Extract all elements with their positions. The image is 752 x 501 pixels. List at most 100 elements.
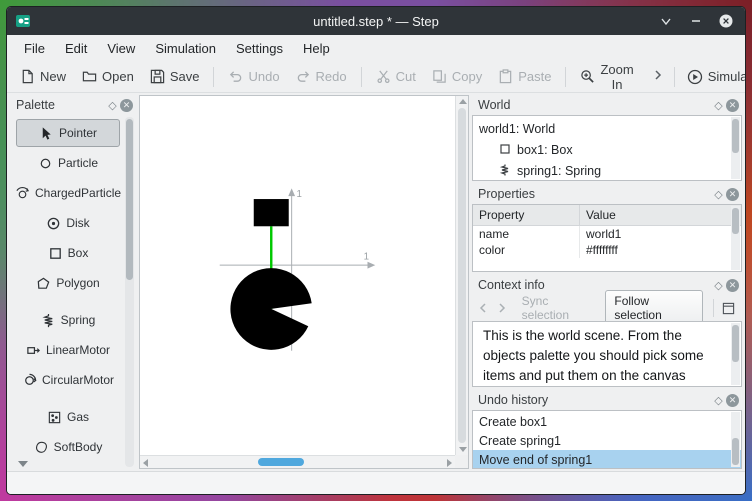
save-button[interactable]: Save bbox=[143, 65, 207, 88]
canvas-horizontal-scrollbar-thumb[interactable] bbox=[258, 458, 304, 466]
palette-item-circularmotor[interactable]: CircularMotor bbox=[16, 366, 120, 394]
statusbar bbox=[7, 471, 745, 494]
undo-item-move-end-of-spring1[interactable]: Move end of spring1 bbox=[473, 450, 741, 468]
float-panel-icon[interactable]: ◇ bbox=[711, 393, 726, 408]
world-canvas[interactable]: 1 1 bbox=[139, 95, 469, 469]
tree-item-world1[interactable]: world1: World bbox=[479, 118, 729, 139]
float-panel-icon[interactable]: ◇ bbox=[711, 187, 726, 202]
palette-item-particle[interactable]: Particle bbox=[16, 149, 120, 177]
cut-button[interactable]: Cut bbox=[369, 65, 423, 88]
float-panel-icon[interactable]: ◇ bbox=[711, 278, 726, 293]
toolbar: New Open Save Undo Redo Cut Copy Paste Z… bbox=[7, 61, 745, 93]
paste-button[interactable]: Paste bbox=[491, 65, 558, 88]
pointer-cursor-icon bbox=[39, 126, 54, 141]
properties-table: Property Value name world1 color #ffffff… bbox=[473, 205, 741, 258]
undo-button[interactable]: Undo bbox=[221, 65, 286, 88]
column-header-property[interactable]: Property bbox=[473, 205, 580, 226]
scroll-up-icon[interactable] bbox=[459, 99, 467, 104]
context-scrollbar-thumb[interactable] bbox=[732, 325, 739, 363]
zoom-in-button[interactable]: Zoom In bbox=[573, 58, 640, 96]
close-panel-icon[interactable]: ✕ bbox=[726, 187, 739, 201]
palette-item-disk[interactable]: Disk bbox=[16, 209, 120, 237]
x-axis-label: 1 bbox=[364, 251, 369, 262]
canvas-vertical-scrollbar[interactable] bbox=[455, 96, 468, 455]
new-document-icon bbox=[20, 69, 35, 84]
undo-item-create-box1[interactable]: Create box1 bbox=[473, 412, 741, 431]
property-value-cell[interactable]: world1 bbox=[580, 226, 742, 243]
titlebar[interactable]: untitled.step * — Step bbox=[7, 7, 745, 35]
palette-item-weightforce[interactable]: WeightF bbox=[16, 463, 120, 469]
scroll-left-icon[interactable] bbox=[143, 459, 148, 467]
properties-header: Properties ◇ ✕ bbox=[472, 184, 742, 204]
close-panel-icon[interactable]: ✕ bbox=[120, 98, 133, 112]
new-button[interactable]: New bbox=[13, 65, 73, 88]
simulate-play-icon bbox=[687, 69, 703, 85]
context-scrollbar[interactable] bbox=[731, 323, 740, 385]
table-row[interactable]: color #ffffffff bbox=[473, 242, 741, 258]
palette-item-chargedparticle[interactable]: ChargedParticle bbox=[16, 179, 121, 207]
palette-header: Palette ◇ ✕ bbox=[10, 95, 136, 115]
float-panel-icon[interactable]: ◇ bbox=[105, 98, 120, 113]
toolbar-overflow-chevron-icon[interactable] bbox=[649, 67, 667, 86]
open-folder-icon bbox=[82, 69, 97, 84]
menu-help[interactable]: Help bbox=[294, 38, 339, 59]
redo-icon bbox=[296, 69, 311, 84]
box1-shape[interactable] bbox=[253, 199, 289, 227]
world-scrollbar[interactable] bbox=[731, 117, 740, 179]
menu-edit[interactable]: Edit bbox=[56, 38, 96, 59]
open-button[interactable]: Open bbox=[75, 65, 141, 88]
palette-item-softbody[interactable]: SoftBody bbox=[16, 433, 120, 461]
palette-item-pointer[interactable]: Pointer bbox=[16, 119, 120, 147]
column-header-value[interactable]: Value bbox=[579, 205, 741, 226]
toolbar-separator bbox=[673, 66, 675, 87]
menu-view[interactable]: View bbox=[98, 38, 144, 59]
menu-settings[interactable]: Settings bbox=[227, 38, 292, 59]
palette-item-gas[interactable]: Gas bbox=[16, 403, 120, 431]
tree-item-spring1[interactable]: spring1: Spring bbox=[479, 160, 729, 180]
palette-item-polygon[interactable]: Polygon bbox=[16, 269, 120, 297]
minimize-button[interactable] bbox=[687, 12, 705, 30]
properties-scrollbar[interactable] bbox=[731, 206, 740, 270]
palette-body: Pointer Particle ChargedParticle Disk Bo… bbox=[10, 115, 136, 469]
palette-scroll-down-icon[interactable] bbox=[18, 461, 28, 467]
canvas-vertical-scrollbar-thumb[interactable] bbox=[458, 108, 466, 443]
open-in-browser-icon[interactable] bbox=[719, 298, 738, 318]
palette-title: Palette bbox=[16, 98, 55, 112]
menu-simulation[interactable]: Simulation bbox=[146, 38, 225, 59]
close-panel-icon[interactable]: ✕ bbox=[726, 393, 739, 407]
scene-svg: 1 1 bbox=[219, 188, 376, 351]
property-value-cell[interactable]: #ffffffff bbox=[580, 242, 742, 258]
undo-scrollbar[interactable] bbox=[731, 412, 740, 467]
copy-button[interactable]: Copy bbox=[425, 65, 489, 88]
close-button[interactable] bbox=[717, 12, 735, 30]
palette-item-box[interactable]: Box bbox=[16, 239, 120, 267]
world-scrollbar-thumb[interactable] bbox=[732, 119, 739, 154]
undo-scrollbar-thumb[interactable] bbox=[732, 437, 739, 465]
close-panel-icon[interactable]: ✕ bbox=[726, 98, 739, 112]
canvas-horizontal-scrollbar[interactable] bbox=[140, 455, 455, 468]
scroll-right-icon[interactable] bbox=[447, 459, 452, 467]
simulate-button[interactable]: Simulate bbox=[680, 65, 745, 89]
palette-scrollbar-thumb[interactable] bbox=[126, 119, 133, 280]
disk-shape[interactable] bbox=[230, 268, 312, 350]
close-panel-icon[interactable]: ✕ bbox=[726, 278, 739, 292]
float-panel-icon[interactable]: ◇ bbox=[711, 98, 726, 113]
menu-file[interactable]: File bbox=[15, 38, 54, 59]
palette-item-linearmotor[interactable]: LinearMotor bbox=[16, 336, 120, 364]
undo-item-create-spring1[interactable]: Create spring1 bbox=[473, 431, 741, 450]
forward-icon[interactable] bbox=[495, 300, 510, 316]
scroll-down-icon[interactable] bbox=[459, 447, 467, 452]
save-icon bbox=[150, 69, 165, 84]
palette-item-spring[interactable]: Spring bbox=[16, 306, 120, 334]
tree-item-box1[interactable]: box1: Box bbox=[479, 139, 729, 160]
table-row[interactable]: name world1 bbox=[473, 225, 742, 243]
context-info-toolbar: Sync selection Follow selection bbox=[472, 290, 742, 326]
keep-below-button[interactable] bbox=[657, 12, 675, 30]
palette-panel: Palette ◇ ✕ Pointer Particle ChargedPart… bbox=[10, 95, 136, 469]
properties-scrollbar-thumb[interactable] bbox=[732, 208, 739, 234]
property-name-cell: color bbox=[473, 242, 580, 258]
redo-button[interactable]: Redo bbox=[289, 65, 354, 88]
sync-selection-button[interactable]: Sync selection bbox=[514, 291, 602, 325]
back-icon[interactable] bbox=[476, 300, 491, 316]
palette-scrollbar[interactable] bbox=[125, 117, 134, 467]
